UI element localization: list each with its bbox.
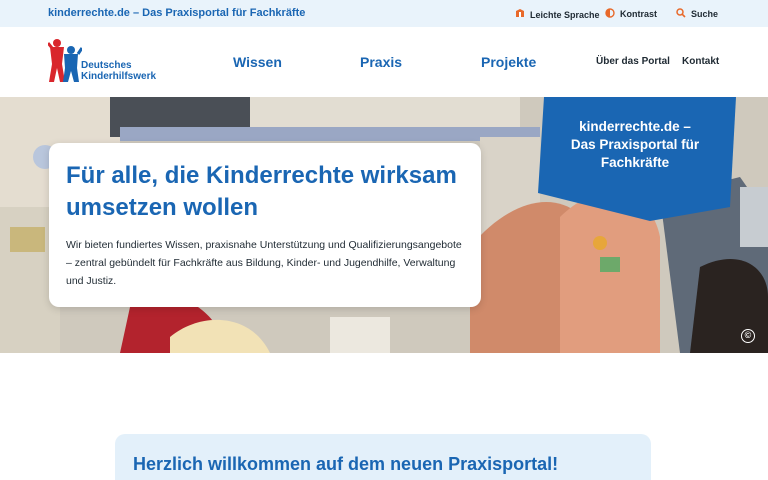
search-button[interactable]: Suche xyxy=(676,8,718,20)
nav-projekte[interactable]: Projekte xyxy=(481,54,536,70)
easy-language-label: Leichte Sprache xyxy=(530,9,600,20)
contrast-icon xyxy=(605,8,615,20)
easy-language-button[interactable]: Leichte Sprache xyxy=(515,8,600,21)
hero-description: Wir bieten fundiertes Wissen, praxisnahe… xyxy=(66,239,462,287)
welcome-box: Herzlich willkommen auf dem neuen Praxis… xyxy=(115,434,651,480)
badge-line-1: kinderrechte.de – xyxy=(579,119,691,134)
hero-section: kinderrechte.de – Das Praxisportal für F… xyxy=(0,97,768,353)
hero-intro-card: Für alle, die Kinderrechte wirksam umset… xyxy=(49,143,481,307)
logo-wordmark: Deutsches Kinderhilfswerk xyxy=(81,60,156,82)
logo-line-1: Deutsches xyxy=(81,60,132,71)
hero-title: Für alle, die Kinderrechte wirksam umset… xyxy=(66,162,457,221)
nav-about-portal[interactable]: Über das Portal xyxy=(596,56,670,67)
hero-badge-text: kinderrechte.de – Das Praxisportal für F… xyxy=(540,118,730,172)
contrast-label: Kontrast xyxy=(620,9,658,19)
badge-line-3: Fachkräfte xyxy=(600,155,670,170)
utility-bar: kinderrechte.de – Das Praxisportal für F… xyxy=(0,0,768,27)
image-copyright-button[interactable]: © xyxy=(741,329,755,343)
contrast-button[interactable]: Kontrast xyxy=(605,8,657,20)
search-label: Suche xyxy=(691,9,719,19)
badge-line-2: Das Praxisportal für xyxy=(570,137,700,152)
search-icon xyxy=(676,8,686,20)
dkhw-logo[interactable]: Deutsches Kinderhilfswerk xyxy=(48,38,178,88)
logo-figures-icon xyxy=(48,39,82,82)
nav-praxis[interactable]: Praxis xyxy=(360,54,402,70)
nav-wissen[interactable]: Wissen xyxy=(233,54,282,70)
nav-contact[interactable]: Kontakt xyxy=(682,56,719,67)
easy-language-icon xyxy=(515,8,525,21)
logo-line-2: Kinderhilfswerk xyxy=(81,71,157,82)
site-home-link[interactable]: kinderrechte.de – Das Praxisportal für F… xyxy=(48,7,305,19)
welcome-title: Herzlich willkommen auf dem neuen Praxis… xyxy=(133,454,559,474)
site-header: Deutsches Kinderhilfswerk Wissen Praxis … xyxy=(0,27,768,97)
